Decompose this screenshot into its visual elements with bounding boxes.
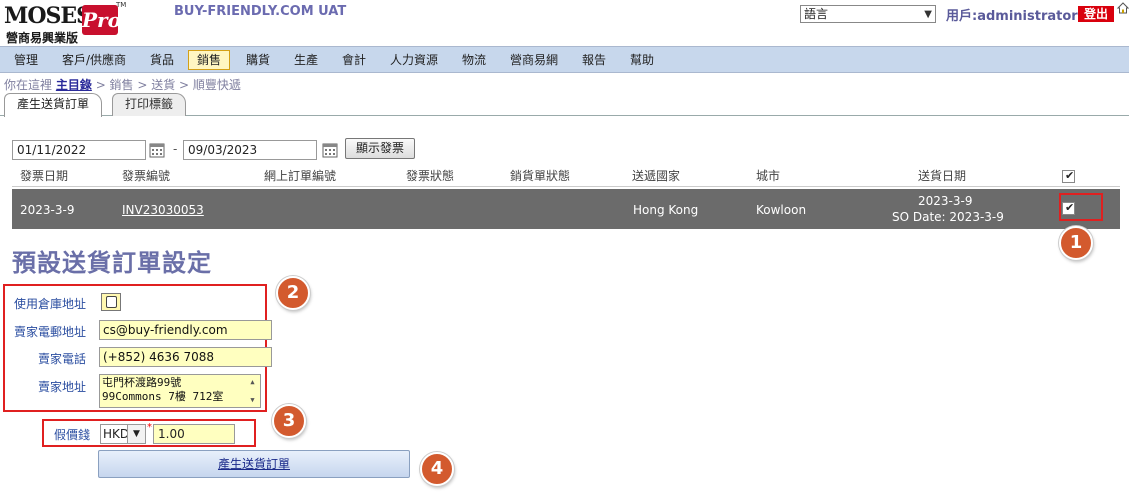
cell-country: Hong Kong [633, 203, 699, 217]
select-all-checkbox[interactable]: ✔ [1062, 169, 1075, 183]
step-badge-2: 2 [276, 276, 310, 310]
menu-item-help[interactable]: 幫助 [622, 50, 662, 70]
menu-item-admin[interactable]: 管理 [6, 50, 46, 70]
home-icon[interactable] [1117, 2, 1129, 14]
column-header: 發票編號 [122, 169, 171, 183]
fake-price-label: 假價錢 [54, 428, 91, 442]
language-select-value: 語言 [804, 7, 829, 21]
step-badge-1: 1 [1059, 226, 1093, 260]
tab-strip: 產生送貨訂單 打印標籤 [0, 90, 1129, 117]
column-header: 城市 [756, 169, 781, 183]
logo-tm-text: TM [116, 1, 127, 9]
checkmark-icon: ✔ [1065, 169, 1075, 182]
logo-subtitle: 營商易興業版 [6, 31, 79, 45]
tab-print-label[interactable]: 打印標籤 [112, 93, 187, 116]
create-delivery-order-button[interactable]: 產生送貨訂單 [98, 450, 410, 478]
seller-address-textarea[interactable]: 屯門杯渡路99號 99Commons 7樓 712室 ▲ ▼ [99, 374, 261, 408]
use-warehouse-label: 使用倉庫地址 [14, 297, 87, 311]
fake-price-input[interactable]: 1.00 [153, 424, 235, 444]
address-line-1: 屯門杯渡路99號 [102, 376, 182, 389]
cell-delivery-date: 2023-3-9 [918, 194, 973, 208]
cell-invoice-date: 2023-3-9 [20, 203, 75, 217]
app-title: BUY-FRIENDLY.COM UAT [174, 4, 347, 19]
menu-item-customers-suppliers[interactable]: 客戶/供應商 [54, 50, 134, 70]
tab-create-delivery-order[interactable]: 產生送貨訂單 [4, 93, 103, 117]
column-header: 銷貨單狀態 [510, 169, 571, 183]
column-header: 送遞國家 [632, 169, 681, 183]
invoice-number-link[interactable]: INV23030053 [122, 203, 204, 217]
calendar-icon[interactable] [322, 142, 338, 158]
column-header: 發票狀態 [406, 169, 455, 183]
step-badge-3: 3 [272, 404, 306, 438]
menu-item-products[interactable]: 貨品 [142, 50, 182, 70]
logout-button[interactable]: 登出 [1078, 6, 1114, 22]
date-from-input[interactable]: 01/11/2022 [12, 140, 146, 160]
checkbox-box [106, 296, 117, 308]
address-line-2: 99Commons 7樓 712室 [102, 390, 224, 403]
header: MOSES Pro TM 營商易興業版 BUY-FRIENDLY.COM UAT… [0, 0, 1129, 46]
cell-so-date: SO Date: 2023-3-9 [892, 210, 1004, 224]
logo-pro-text: Pro [82, 5, 121, 35]
menu-item-accounting[interactable]: 會計 [334, 50, 374, 70]
scroll-up-icon[interactable]: ▲ [246, 376, 259, 388]
seller-email-label: 賣家電郵地址 [14, 325, 87, 339]
chevron-down-icon[interactable]: ▼ [127, 424, 146, 444]
invoice-table-header: 發票日期 發票編號 網上訂單編號 發票狀態 銷貨單狀態 送遞國家 城市 送貨日期 [12, 163, 1120, 187]
required-marker: * [147, 422, 152, 433]
column-header: 發票日期 [20, 169, 69, 183]
menu-item-production[interactable]: 生產 [286, 50, 326, 70]
calendar-icon[interactable] [149, 142, 165, 158]
menu-item-reports[interactable]: 報告 [574, 50, 614, 70]
menu-item-moses-net[interactable]: 營商易網 [502, 50, 566, 70]
seller-email-input[interactable]: cs@buy-friendly.com [99, 320, 272, 340]
user-label: 用戶:administrator [946, 9, 1078, 24]
show-invoices-button[interactable]: 顯示發票 [345, 138, 415, 159]
column-header: 送貨日期 [918, 169, 967, 183]
use-warehouse-checkbox[interactable] [101, 293, 121, 311]
date-range-separator: - [173, 142, 178, 156]
menu-item-purchase[interactable]: 購貨 [238, 50, 278, 70]
textarea-scrollbar[interactable]: ▲ ▼ [246, 376, 259, 406]
menu-item-hr[interactable]: 人力資源 [382, 50, 446, 70]
highlight-box-1 [1059, 193, 1103, 221]
step-badge-4: 4 [420, 452, 454, 486]
column-header: 網上訂單編號 [264, 169, 337, 183]
seller-phone-label: 賣家電話 [38, 352, 87, 366]
app-logo: MOSES Pro TM 營商易興業版 [2, 1, 126, 45]
chevron-down-icon: ▼ [924, 9, 932, 20]
language-select[interactable]: 語言 ▼ [800, 5, 936, 23]
seller-address-label: 賣家地址 [38, 380, 87, 394]
menu-item-logistics[interactable]: 物流 [454, 50, 494, 70]
seller-phone-input[interactable]: (+852) 4636 7088 [99, 347, 272, 367]
scroll-down-icon[interactable]: ▼ [246, 394, 259, 406]
cell-city: Kowloon [756, 203, 807, 217]
logo-main-text: MOSES [4, 3, 92, 29]
main-menu: 管理 客戶/供應商 貨品 銷售 購貨 生產 會計 人力資源 物流 營商易網 報告… [0, 46, 1129, 73]
table-row[interactable]: 2023-3-9 INV23030053 Hong Kong Kowloon 2… [12, 189, 1120, 229]
section-title: 預設送貨訂單設定 [12, 249, 212, 277]
date-to-input[interactable]: 09/03/2023 [183, 140, 317, 160]
app-window: MOSES Pro TM 營商易興業版 BUY-FRIENDLY.COM UAT… [0, 0, 1129, 500]
menu-item-sales[interactable]: 銷售 [188, 50, 231, 70]
